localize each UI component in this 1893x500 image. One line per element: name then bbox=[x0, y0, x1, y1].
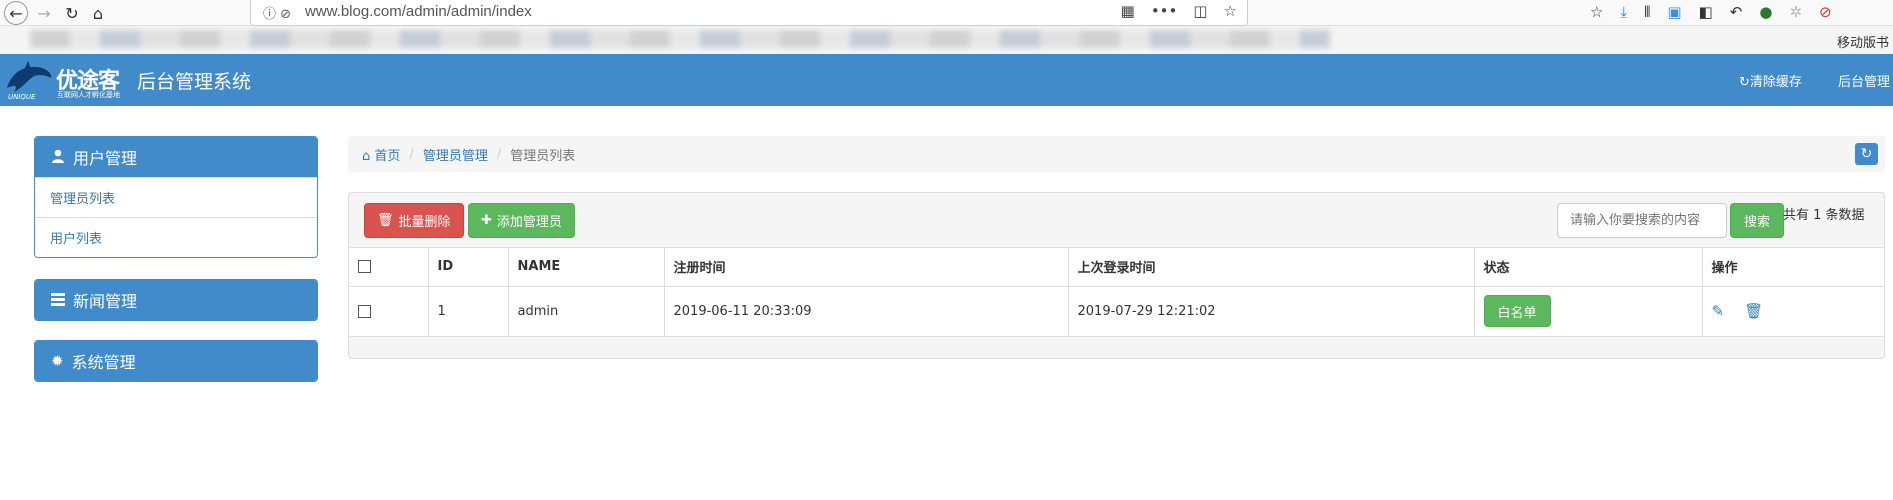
news-management-panel: 新闻管理 bbox=[34, 279, 318, 321]
sidebar-item-admin-list[interactable]: 管理员列表 bbox=[35, 177, 317, 217]
cell-name: admin bbox=[508, 286, 665, 337]
row-checkbox[interactable] bbox=[358, 304, 371, 318]
reload-icon[interactable]: ↻ bbox=[60, 1, 84, 25]
forward-icon[interactable]: → bbox=[32, 1, 56, 25]
cell-status: 白名单 bbox=[1474, 286, 1703, 337]
breadcrumb-separator: / bbox=[409, 146, 414, 162]
news-management-header[interactable]: 新闻管理 bbox=[35, 280, 317, 320]
add-admin-button[interactable]: ✚ 添加管理员 bbox=[468, 203, 575, 238]
cell-last-login: 2019-07-29 12:21:02 bbox=[1068, 286, 1475, 337]
download-icon[interactable]: ⤓ bbox=[1620, 3, 1627, 21]
admin-menu-link[interactable]: 后台管理 bbox=[1838, 71, 1890, 90]
reading-list-icon[interactable]: ☆ bbox=[1590, 3, 1603, 21]
column-header-status: 状态 bbox=[1474, 248, 1703, 287]
url-text[interactable]: www.blog.com/admin/admin/index bbox=[305, 3, 532, 20]
blurred-bookmarks bbox=[30, 30, 1330, 48]
sidebar-icon[interactable]: ◧ bbox=[1699, 3, 1713, 21]
news-management-title: 新闻管理 bbox=[73, 292, 138, 311]
toolbar: 🗑批量删除 ✚添加管理员 搜索 共有 1 条数据 bbox=[349, 193, 1884, 248]
batch-delete-button[interactable]: 🗑 批量删除 bbox=[364, 203, 464, 238]
cog-icon: ✹ bbox=[51, 352, 64, 370]
column-header-name: NAME bbox=[508, 248, 665, 287]
system-management-title: 系统管理 bbox=[71, 353, 136, 372]
column-header-actions: 操作 bbox=[1702, 248, 1884, 287]
select-all-cell bbox=[349, 248, 429, 287]
shield-icon[interactable]: ● bbox=[1759, 3, 1772, 21]
breadcrumb: ⌂ 首页 / 管理员管理 / 管理员列表 ↻ bbox=[348, 136, 1885, 172]
user-icon bbox=[51, 148, 65, 167]
edit-pencil-icon[interactable]: ✎ bbox=[1712, 302, 1725, 320]
row-select-cell bbox=[349, 286, 429, 337]
column-header-last-login: 上次登录时间 bbox=[1068, 248, 1475, 287]
library-icon[interactable]: ⫴ bbox=[1644, 3, 1650, 21]
qr-code-icon[interactable]: ▦ bbox=[1121, 2, 1135, 20]
clear-cache-link[interactable]: ↻清除缓存 bbox=[1739, 71, 1802, 90]
cell-id: 1 bbox=[428, 286, 509, 337]
plus-icon: ✚ bbox=[481, 213, 492, 228]
column-header-registered: 注册时间 bbox=[664, 248, 1069, 287]
search-input[interactable] bbox=[1557, 203, 1727, 238]
svg-text:UNIQUE: UNIQUE bbox=[8, 93, 36, 101]
table-header-row: ID NAME 注册时间 上次登录时间 状态 操作 bbox=[349, 248, 1884, 287]
gear-icon[interactable]: ✲ bbox=[1789, 3, 1802, 21]
column-header-id: ID bbox=[428, 248, 509, 287]
admin-list-panel: 🗑批量删除 ✚添加管理员 搜索 共有 1 条数据 ID NAME 注册时间 上次… bbox=[348, 192, 1885, 359]
breadcrumb-home[interactable]: ⌂ 首页 bbox=[362, 145, 400, 164]
app-title: 后台管理系统 bbox=[137, 71, 252, 93]
back-icon[interactable]: ← bbox=[4, 1, 28, 25]
trash-icon: 🗑 bbox=[377, 213, 394, 228]
adblock-icon[interactable]: ⊘ bbox=[1819, 3, 1832, 21]
mobile-bookmarks-link[interactable]: 移动版书 bbox=[1837, 32, 1889, 51]
breadcrumb-section[interactable]: 管理员管理 bbox=[423, 145, 488, 164]
select-all-checkbox[interactable] bbox=[358, 260, 371, 274]
bookmarks-bar: 移动版书 bbox=[0, 26, 1893, 54]
address-bar[interactable]: ⓘ ⊘ www.blog.com/admin/admin/index ▦ •••… bbox=[250, 0, 1248, 26]
site-info-icon[interactable]: ⓘ ⊘ bbox=[263, 3, 291, 22]
breadcrumb-current: 管理员列表 bbox=[510, 148, 576, 164]
user-management-header[interactable]: 用户管理 bbox=[35, 137, 317, 177]
refresh-icon: ↻ bbox=[1739, 75, 1750, 90]
sidebar-item-user-list[interactable]: 用户列表 bbox=[35, 217, 317, 257]
cell-registered: 2019-06-11 20:33:09 bbox=[664, 286, 1069, 337]
refresh-icon: ↻ bbox=[1860, 146, 1873, 162]
home-icon: ⌂ bbox=[362, 148, 371, 164]
whitelist-status-button[interactable]: 白名单 bbox=[1483, 295, 1551, 327]
logo-subtitle: 互联网人才孵化基地 bbox=[57, 91, 120, 99]
dolphin-logo-icon: UNIQUE bbox=[7, 61, 52, 101]
system-management-panel: ✹ 系统管理 bbox=[34, 340, 318, 382]
page-refresh-button[interactable]: ↻ bbox=[1855, 143, 1878, 165]
admin-table: ID NAME 注册时间 上次登录时间 状态 操作 1 admin 2019-0… bbox=[349, 248, 1884, 337]
undo-icon[interactable]: ↶ bbox=[1730, 3, 1743, 21]
app-header: UNIQUE 优途客 互联网人才孵化基地 后台管理系统 ↻清除缓存 后台管理 bbox=[0, 54, 1893, 106]
bookmark-star-icon[interactable]: ☆ bbox=[1224, 2, 1237, 20]
cell-actions: ✎ 🗑 bbox=[1702, 286, 1884, 337]
table-row: 1 admin 2019-06-11 20:33:09 2019-07-29 1… bbox=[349, 286, 1884, 337]
pocket-icon[interactable]: ◫ bbox=[1193, 2, 1207, 20]
delete-trash-icon[interactable]: 🗑 bbox=[1744, 302, 1763, 320]
home-icon[interactable]: ⌂ bbox=[86, 1, 110, 25]
system-management-header[interactable]: ✹ 系统管理 bbox=[35, 341, 317, 381]
breadcrumb-separator: / bbox=[496, 146, 502, 162]
extension-icon[interactable]: ▣ bbox=[1667, 3, 1681, 21]
user-management-panel: 用户管理 管理员列表 用户列表 bbox=[34, 136, 318, 258]
more-icon[interactable]: ••• bbox=[1151, 2, 1178, 20]
search-button[interactable]: 搜索 bbox=[1730, 203, 1784, 238]
browser-toolbar: ← → ↻ ⌂ ⓘ ⊘ www.blog.com/admin/admin/ind… bbox=[0, 0, 1893, 26]
user-management-title: 用户管理 bbox=[73, 149, 138, 168]
list-icon bbox=[51, 291, 65, 310]
total-count: 共有 1 条数据 bbox=[1783, 208, 1865, 223]
